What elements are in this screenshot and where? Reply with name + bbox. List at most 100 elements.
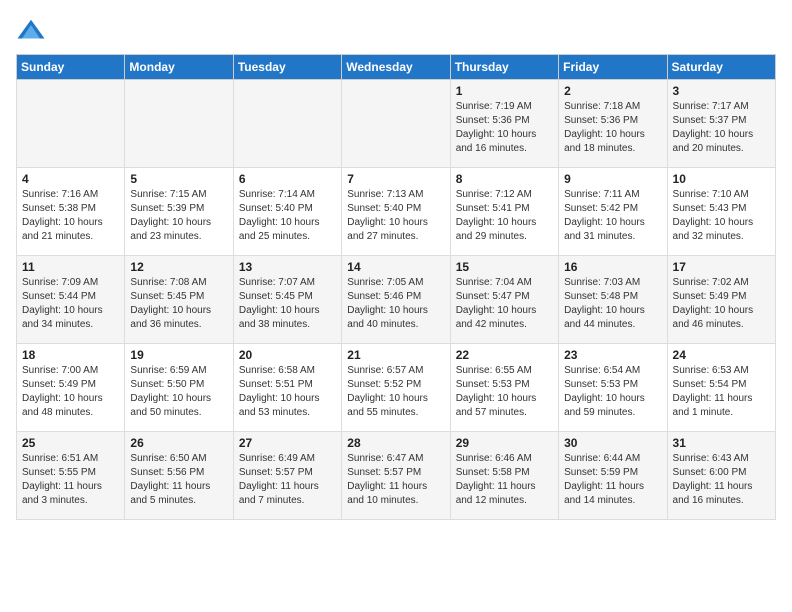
day-cell: 29Sunrise: 6:46 AM Sunset: 5:58 PM Dayli… (450, 432, 558, 520)
day-cell: 14 Sunrise: 7:05 AM Sunset: 5:46 PM Dayli… (342, 256, 450, 344)
day-cell: 4 Sunrise: 7:16 AM Sunset: 5:38 PM Daylig… (17, 168, 125, 256)
day-info: Sunrise: 6:44 AM Sunset: 5:59 PM Dayligh… (564, 452, 661, 508)
day-info: Sunrise: 7:04 AM Sunset: 5:47 PM Dayligh… (456, 276, 553, 332)
day-cell: 5 Sunrise: 7:15 AM Sunset: 5:39 PM Daylig… (125, 168, 233, 256)
day-number: 22 (456, 348, 553, 362)
day-info: Sunrise: 7:15 AM Sunset: 5:39 PM Dayligh… (130, 188, 227, 244)
day-number: 12 (130, 260, 227, 274)
day-info: Sunrise: 7:05 AM Sunset: 5:46 PM Dayligh… (347, 276, 444, 332)
day-number: 10 (673, 172, 770, 186)
day-cell: 13 Sunrise: 7:07 AM Sunset: 5:45 PM Dayli… (233, 256, 341, 344)
day-cell: 15 Sunrise: 7:04 AM Sunset: 5:47 PM Dayli… (450, 256, 558, 344)
week-row-2: 4 Sunrise: 7:16 AM Sunset: 5:38 PM Daylig… (17, 168, 776, 256)
column-header-sunday: Sunday (17, 55, 125, 80)
day-info: Sunrise: 7:13 AM Sunset: 5:40 PM Dayligh… (347, 188, 444, 244)
day-number: 27 (239, 436, 336, 450)
page-header (16, 16, 776, 46)
day-number: 15 (456, 260, 553, 274)
day-cell: 18Sunrise: 7:00 AM Sunset: 5:49 PM Dayli… (17, 344, 125, 432)
day-cell: 23 Sunrise: 6:54 AM Sunset: 5:53 PM Dayli… (559, 344, 667, 432)
day-info: Sunrise: 6:51 AM Sunset: 5:55 PM Dayligh… (22, 452, 119, 508)
day-number: 1 (456, 84, 553, 98)
day-number: 24 (673, 348, 770, 362)
day-number: 20 (239, 348, 336, 362)
day-info: Sunrise: 6:50 AM Sunset: 5:56 PM Dayligh… (130, 452, 227, 508)
column-header-saturday: Saturday (667, 55, 775, 80)
day-cell: 17 Sunrise: 7:02 AM Sunset: 5:49 PM Dayli… (667, 256, 775, 344)
day-number: 5 (130, 172, 227, 186)
day-number: 31 (673, 436, 770, 450)
day-number: 2 (564, 84, 661, 98)
day-cell: 12 Sunrise: 7:08 AM Sunset: 5:45 PM Dayli… (125, 256, 233, 344)
day-number: 23 (564, 348, 661, 362)
day-cell (233, 80, 341, 168)
day-info: Sunrise: 6:49 AM Sunset: 5:57 PM Dayligh… (239, 452, 336, 508)
day-number: 26 (130, 436, 227, 450)
day-number: 25 (22, 436, 119, 450)
column-header-thursday: Thursday (450, 55, 558, 80)
day-info: Sunrise: 7:02 AM Sunset: 5:49 PM Dayligh… (673, 276, 770, 332)
week-row-3: 11Sunrise: 7:09 AM Sunset: 5:44 PM Dayli… (17, 256, 776, 344)
day-number: 13 (239, 260, 336, 274)
day-number: 6 (239, 172, 336, 186)
day-info: Sunrise: 6:57 AM Sunset: 5:52 PM Dayligh… (347, 364, 444, 420)
column-header-tuesday: Tuesday (233, 55, 341, 80)
week-row-4: 18Sunrise: 7:00 AM Sunset: 5:49 PM Dayli… (17, 344, 776, 432)
day-cell: 21 Sunrise: 6:57 AM Sunset: 5:52 PM Dayli… (342, 344, 450, 432)
calendar-table: SundayMondayTuesdayWednesdayThursdayFrid… (16, 54, 776, 520)
week-row-5: 25 Sunrise: 6:51 AM Sunset: 5:55 PM Dayli… (17, 432, 776, 520)
day-info: Sunrise: 6:55 AM Sunset: 5:53 PM Dayligh… (456, 364, 553, 420)
day-cell: 30 Sunrise: 6:44 AM Sunset: 5:59 PM Dayli… (559, 432, 667, 520)
day-cell: 19 Sunrise: 6:59 AM Sunset: 5:50 PM Dayli… (125, 344, 233, 432)
day-cell: 27 Sunrise: 6:49 AM Sunset: 5:57 PM Dayli… (233, 432, 341, 520)
day-cell: 26 Sunrise: 6:50 AM Sunset: 5:56 PM Dayli… (125, 432, 233, 520)
day-number: 28 (347, 436, 444, 450)
day-info: Sunrise: 7:08 AM Sunset: 5:45 PM Dayligh… (130, 276, 227, 332)
day-number: 3 (673, 84, 770, 98)
day-number: 9 (564, 172, 661, 186)
week-row-1: 1 Sunrise: 7:19 AM Sunset: 5:36 PM Daylig… (17, 80, 776, 168)
day-cell: 31 Sunrise: 6:43 AM Sunset: 6:00 PM Dayli… (667, 432, 775, 520)
day-number: 21 (347, 348, 444, 362)
day-number: 17 (673, 260, 770, 274)
day-cell: 9 Sunrise: 7:11 AM Sunset: 5:42 PM Daylig… (559, 168, 667, 256)
day-info: Sunrise: 6:54 AM Sunset: 5:53 PM Dayligh… (564, 364, 661, 420)
day-cell: 8Sunrise: 7:12 AM Sunset: 5:41 PM Daylig… (450, 168, 558, 256)
day-number: 14 (347, 260, 444, 274)
day-number: 4 (22, 172, 119, 186)
day-info: Sunrise: 7:07 AM Sunset: 5:45 PM Dayligh… (239, 276, 336, 332)
day-cell (17, 80, 125, 168)
day-info: Sunrise: 7:16 AM Sunset: 5:38 PM Dayligh… (22, 188, 119, 244)
day-cell: 11Sunrise: 7:09 AM Sunset: 5:44 PM Dayli… (17, 256, 125, 344)
day-cell: 7 Sunrise: 7:13 AM Sunset: 5:40 PM Daylig… (342, 168, 450, 256)
day-cell: 1 Sunrise: 7:19 AM Sunset: 5:36 PM Daylig… (450, 80, 558, 168)
header-row: SundayMondayTuesdayWednesdayThursdayFrid… (17, 55, 776, 80)
day-cell: 16 Sunrise: 7:03 AM Sunset: 5:48 PM Dayli… (559, 256, 667, 344)
day-cell (125, 80, 233, 168)
logo-icon (16, 16, 46, 46)
day-number: 8 (456, 172, 553, 186)
logo (16, 16, 50, 46)
day-info: Sunrise: 7:14 AM Sunset: 5:40 PM Dayligh… (239, 188, 336, 244)
day-cell: 6 Sunrise: 7:14 AM Sunset: 5:40 PM Daylig… (233, 168, 341, 256)
day-number: 7 (347, 172, 444, 186)
day-cell: 28 Sunrise: 6:47 AM Sunset: 5:57 PM Dayli… (342, 432, 450, 520)
day-info: Sunrise: 6:59 AM Sunset: 5:50 PM Dayligh… (130, 364, 227, 420)
day-cell: 2Sunrise: 7:18 AM Sunset: 5:36 PM Daylig… (559, 80, 667, 168)
day-number: 16 (564, 260, 661, 274)
day-info: Sunrise: 6:43 AM Sunset: 6:00 PM Dayligh… (673, 452, 770, 508)
day-info: Sunrise: 6:47 AM Sunset: 5:57 PM Dayligh… (347, 452, 444, 508)
day-info: Sunrise: 6:58 AM Sunset: 5:51 PM Dayligh… (239, 364, 336, 420)
day-info: Sunrise: 7:09 AM Sunset: 5:44 PM Dayligh… (22, 276, 119, 332)
day-cell: 3 Sunrise: 7:17 AM Sunset: 5:37 PM Daylig… (667, 80, 775, 168)
day-info: Sunrise: 7:19 AM Sunset: 5:36 PM Dayligh… (456, 100, 553, 156)
day-cell: 22 Sunrise: 6:55 AM Sunset: 5:53 PM Dayli… (450, 344, 558, 432)
day-info: Sunrise: 6:46 AM Sunset: 5:58 PM Dayligh… (456, 452, 553, 508)
day-number: 19 (130, 348, 227, 362)
day-number: 30 (564, 436, 661, 450)
day-info: Sunrise: 7:17 AM Sunset: 5:37 PM Dayligh… (673, 100, 770, 156)
column-header-monday: Monday (125, 55, 233, 80)
day-info: Sunrise: 7:11 AM Sunset: 5:42 PM Dayligh… (564, 188, 661, 244)
day-info: Sunrise: 7:03 AM Sunset: 5:48 PM Dayligh… (564, 276, 661, 332)
day-number: 18 (22, 348, 119, 362)
